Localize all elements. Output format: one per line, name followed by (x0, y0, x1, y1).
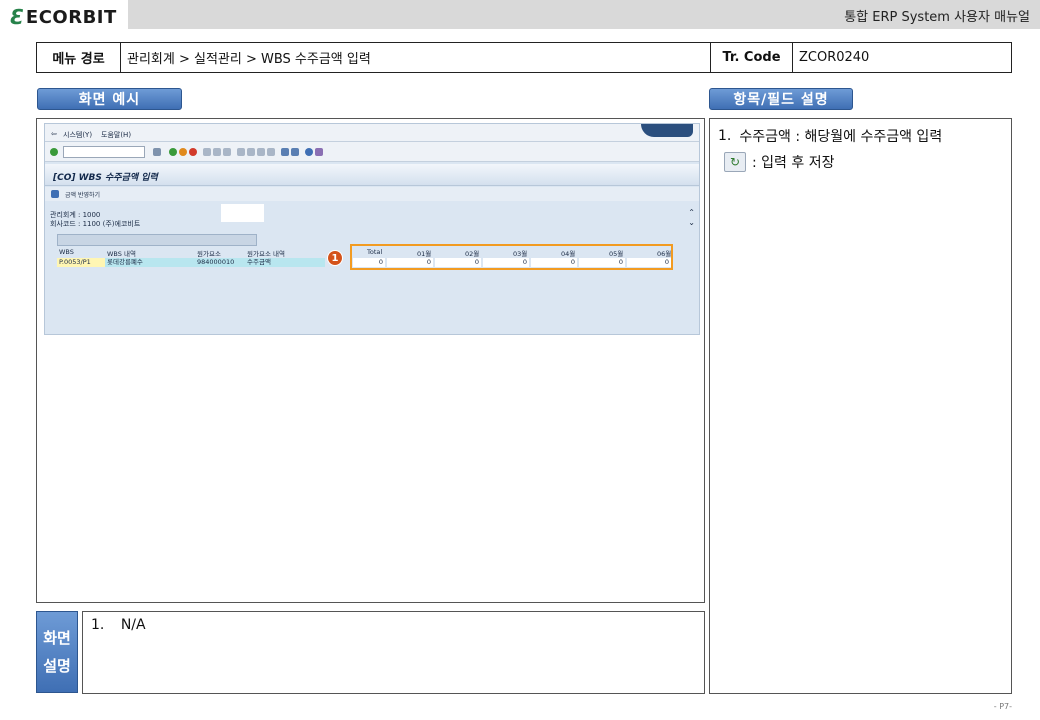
sap-header-fields: 관리회계 : 1000 회사코드 : 1100 (주)에코비트 ⌃ ⌄ (45, 204, 699, 234)
sap-toolbar (45, 142, 699, 162)
field-desc-num: 1. (718, 128, 732, 144)
tr-code-label: Tr. Code (711, 43, 793, 72)
screen-description-box: 1. N/A (82, 611, 705, 694)
field-desc-text: 수주금액 : 해당월에 수주금액 입력 (739, 129, 943, 145)
manual-page: Ɛ ECORBIT 통합 ERP System 사용자 매뉴얼 메뉴 경로 관리… (0, 0, 1040, 720)
page-number: - P7- (993, 702, 1012, 711)
screen-desc-num: 1. (91, 617, 105, 633)
ecorbit-logo: Ɛ ECORBIT (10, 5, 117, 29)
scroll-down-icon[interactable]: ⌄ (688, 218, 695, 227)
company-code-field: 회사코드 : 1100 (주)에코비트 (50, 220, 141, 228)
layout-icon[interactable] (315, 148, 323, 156)
screen-desc-text: N/A (120, 617, 146, 633)
find-icon[interactable] (213, 148, 221, 156)
cell-cost-desc[interactable]: 수주금액 (245, 258, 325, 267)
screen-example-box: ⇦ 시스템(Y) 도움말(H) [CO] WBS 수주금액 입력 금액 반영하기… (36, 118, 705, 603)
print-icon[interactable] (203, 148, 211, 156)
info-icon[interactable] (51, 190, 59, 198)
grid-toolbar[interactable] (57, 234, 257, 246)
sap-menu-help[interactable]: 도움말(H) (101, 130, 131, 140)
sap-application-toolbar: 금액 반영하기 (45, 187, 699, 201)
sap-exit-icon[interactable]: ⇦ (51, 130, 57, 138)
document-title: 통합 ERP System 사용자 매뉴얼 (844, 10, 1030, 25)
save-icon[interactable] (153, 148, 161, 156)
command-field[interactable] (63, 146, 145, 158)
first-page-icon[interactable] (237, 148, 245, 156)
cell-wbs-desc[interactable]: 롯데강릉폐수 (105, 258, 195, 267)
enter-icon[interactable] (50, 148, 58, 156)
callout-marker: 1 (327, 250, 343, 266)
help-icon[interactable] (305, 148, 313, 156)
field-desc-text: : 입력 후 저장 (752, 155, 835, 171)
cell-cost-elem[interactable]: 984000010 (195, 258, 245, 267)
find-next-icon[interactable] (223, 148, 231, 156)
screen-description-label-1: 화면 (43, 629, 71, 647)
col-header-cost-elem[interactable]: 원가요소 (197, 248, 221, 258)
sap-screen-title: [CO] WBS 수주금액 입력 (53, 173, 158, 183)
cancel-icon[interactable] (189, 148, 197, 156)
screen-description-tab: 화면 설명 (36, 611, 78, 693)
sap-screen-title-bar: [CO] WBS 수주금액 입력 (45, 164, 699, 186)
prev-page-icon[interactable] (247, 148, 255, 156)
screen-example-tab: 화면 예시 (37, 88, 182, 110)
new-session-icon[interactable] (281, 148, 289, 156)
sap-window-controls[interactable] (641, 124, 693, 137)
menu-path-label: 메뉴 경로 (37, 43, 121, 72)
field-desc-item-2: ↻ : 입력 후 저장 (718, 149, 1003, 175)
header-bar: 통합 ERP System 사용자 매뉴얼 (128, 0, 1040, 29)
field-desc-item-1: 1. 수주금액 : 해당월에 수주금액 입력 (718, 123, 1003, 149)
save-icon: ↻ (724, 152, 746, 172)
scroll-up-icon[interactable]: ⌃ (688, 208, 695, 217)
cell-wbs[interactable]: P.0053/P1 (57, 258, 105, 267)
col-header-wbs[interactable]: WBS (59, 248, 74, 256)
col-header-cost-desc[interactable]: 원가요소 내역 (247, 248, 285, 258)
tr-code-value: ZCOR0240 (799, 50, 870, 65)
field-description-box: 1. 수주금액 : 해당월에 수주금액 입력 ↻ : 입력 후 저장 (709, 118, 1012, 694)
blank-field (221, 204, 264, 222)
sap-screenshot: ⇦ 시스템(Y) 도움말(H) [CO] WBS 수주금액 입력 금액 반영하기… (44, 123, 700, 335)
back-icon[interactable] (169, 148, 177, 156)
col-header-wbs-desc[interactable]: WBS 내역 (107, 248, 136, 258)
field-description-tab: 항목/필드 설명 (709, 88, 853, 110)
last-page-icon[interactable] (267, 148, 275, 156)
menu-path-value: 관리회계 > 실적관리 > WBS 수주금액 입력 (121, 43, 711, 72)
apply-amount-button[interactable]: 금액 반영하기 (65, 190, 100, 199)
menu-path-table: 메뉴 경로 관리회계 > 실적관리 > WBS 수주금액 입력 Tr. Code… (36, 42, 1012, 73)
sap-menubar: ⇦ 시스템(Y) 도움말(H) (45, 124, 699, 142)
next-page-icon[interactable] (257, 148, 265, 156)
shortcut-icon[interactable] (291, 148, 299, 156)
exit-icon[interactable] (179, 148, 187, 156)
screen-description-label-2: 설명 (43, 657, 71, 675)
amount-highlight-box (350, 244, 673, 270)
logo-text: ECORBIT (25, 6, 117, 28)
sap-menu-system[interactable]: 시스템(Y) (63, 130, 92, 140)
logo-mark-icon: Ɛ (10, 5, 24, 29)
